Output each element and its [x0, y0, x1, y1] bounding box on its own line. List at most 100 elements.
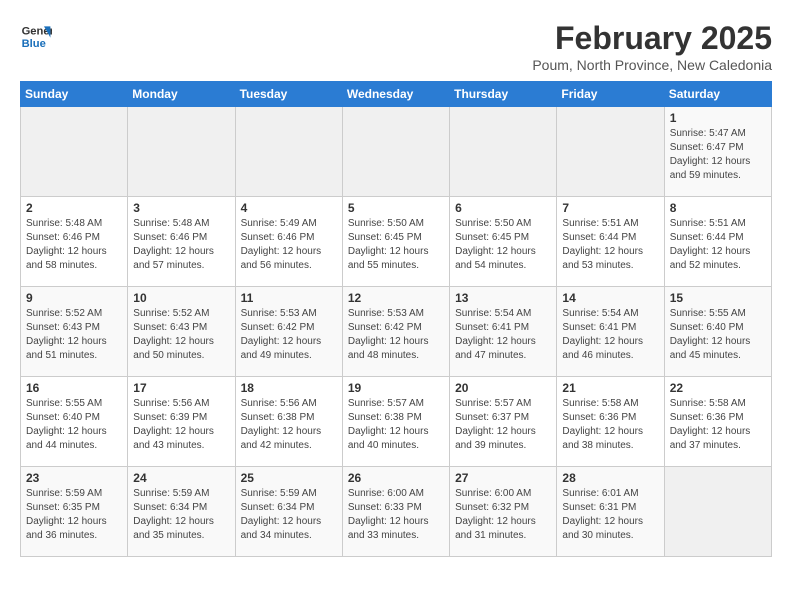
day-detail: Sunrise: 5:54 AM Sunset: 6:41 PM Dayligh…	[455, 307, 551, 363]
day-detail: Sunrise: 5:56 AM Sunset: 6:39 PM Dayligh…	[133, 397, 229, 453]
calendar-cell	[450, 107, 557, 197]
day-detail: Sunrise: 5:49 AM Sunset: 6:46 PM Dayligh…	[241, 217, 337, 273]
day-number: 10	[133, 291, 229, 305]
calendar-cell: 10Sunrise: 5:52 AM Sunset: 6:43 PM Dayli…	[128, 287, 235, 377]
day-detail: Sunrise: 5:50 AM Sunset: 6:45 PM Dayligh…	[348, 217, 444, 273]
calendar-cell: 26 Sunrise: 6:00 AM Sunset: 6:33 PM Dayli…	[342, 467, 449, 557]
calendar-cell: 27 Sunrise: 6:00 AM Sunset: 6:32 PM Dayli…	[450, 467, 557, 557]
calendar-week-2: 2 Sunrise: 5:48 AM Sunset: 6:46 PM Daylig…	[21, 197, 772, 287]
calendar-cell: 19 Sunrise: 5:57 AM Sunset: 6:38 PM Dayli…	[342, 377, 449, 467]
day-number: 1	[670, 111, 766, 125]
calendar-cell: 4 Sunrise: 5:49 AM Sunset: 6:46 PM Daylig…	[235, 197, 342, 287]
calendar-cell: 23 Sunrise: 5:59 AM Sunset: 6:35 PM Dayli…	[21, 467, 128, 557]
col-header-thursday: Thursday	[450, 82, 557, 107]
day-detail: Sunrise: 5:53 AM Sunset: 6:42 PM Dayligh…	[348, 307, 444, 363]
day-number: 24	[133, 471, 229, 485]
day-number: 20	[455, 381, 551, 395]
day-detail: Sunrise: 5:58 AM Sunset: 6:36 PM Dayligh…	[670, 397, 766, 453]
day-detail: Sunrise: 5:59 AM Sunset: 6:34 PM Dayligh…	[133, 487, 229, 543]
location-subtitle: Poum, North Province, New Caledonia	[532, 57, 772, 73]
day-detail: Sunrise: 5:57 AM Sunset: 6:37 PM Dayligh…	[455, 397, 551, 453]
calendar-cell: 20 Sunrise: 5:57 AM Sunset: 6:37 PM Dayli…	[450, 377, 557, 467]
day-number: 23	[26, 471, 122, 485]
day-number: 28	[562, 471, 658, 485]
day-number: 13	[455, 291, 551, 305]
calendar-cell: 2 Sunrise: 5:48 AM Sunset: 6:46 PM Daylig…	[21, 197, 128, 287]
day-detail: Sunrise: 5:57 AM Sunset: 6:38 PM Dayligh…	[348, 397, 444, 453]
calendar-cell	[235, 107, 342, 197]
title-block: February 2025 Poum, North Province, New …	[532, 20, 772, 73]
col-header-wednesday: Wednesday	[342, 82, 449, 107]
day-number: 5	[348, 201, 444, 215]
day-number: 4	[241, 201, 337, 215]
col-header-monday: Monday	[128, 82, 235, 107]
calendar-cell: 9Sunrise: 5:52 AM Sunset: 6:43 PM Daylig…	[21, 287, 128, 377]
day-number: 19	[348, 381, 444, 395]
calendar-cell: 1Sunrise: 5:47 AM Sunset: 6:47 PM Daylig…	[664, 107, 771, 197]
day-number: 11	[241, 291, 337, 305]
day-number: 14	[562, 291, 658, 305]
calendar-cell: 8 Sunrise: 5:51 AM Sunset: 6:44 PM Daylig…	[664, 197, 771, 287]
calendar-header-row: SundayMondayTuesdayWednesdayThursdayFrid…	[21, 82, 772, 107]
day-detail: Sunrise: 6:01 AM Sunset: 6:31 PM Dayligh…	[562, 487, 658, 543]
day-detail: Sunrise: 5:59 AM Sunset: 6:34 PM Dayligh…	[241, 487, 337, 543]
calendar-week-3: 9Sunrise: 5:52 AM Sunset: 6:43 PM Daylig…	[21, 287, 772, 377]
day-number: 25	[241, 471, 337, 485]
calendar-cell: 15 Sunrise: 5:55 AM Sunset: 6:40 PM Dayli…	[664, 287, 771, 377]
calendar-cell: 25 Sunrise: 5:59 AM Sunset: 6:34 PM Dayli…	[235, 467, 342, 557]
calendar-week-1: 1Sunrise: 5:47 AM Sunset: 6:47 PM Daylig…	[21, 107, 772, 197]
calendar-week-4: 16 Sunrise: 5:55 AM Sunset: 6:40 PM Dayli…	[21, 377, 772, 467]
calendar-cell: 28 Sunrise: 6:01 AM Sunset: 6:31 PM Dayli…	[557, 467, 664, 557]
day-detail: Sunrise: 5:55 AM Sunset: 6:40 PM Dayligh…	[26, 397, 122, 453]
day-detail: Sunrise: 5:48 AM Sunset: 6:46 PM Dayligh…	[26, 217, 122, 273]
logo: General Blue	[20, 20, 56, 52]
day-detail: Sunrise: 5:48 AM Sunset: 6:46 PM Dayligh…	[133, 217, 229, 273]
day-number: 26	[348, 471, 444, 485]
calendar-cell: 21Sunrise: 5:58 AM Sunset: 6:36 PM Dayli…	[557, 377, 664, 467]
calendar-cell: 16 Sunrise: 5:55 AM Sunset: 6:40 PM Dayli…	[21, 377, 128, 467]
day-number: 7	[562, 201, 658, 215]
col-header-saturday: Saturday	[664, 82, 771, 107]
day-number: 18	[241, 381, 337, 395]
calendar-cell: 14 Sunrise: 5:54 AM Sunset: 6:41 PM Dayli…	[557, 287, 664, 377]
calendar-cell: 18Sunrise: 5:56 AM Sunset: 6:38 PM Dayli…	[235, 377, 342, 467]
svg-text:Blue: Blue	[22, 38, 46, 50]
calendar-cell: 22 Sunrise: 5:58 AM Sunset: 6:36 PM Dayli…	[664, 377, 771, 467]
col-header-tuesday: Tuesday	[235, 82, 342, 107]
calendar-cell	[21, 107, 128, 197]
calendar-table: SundayMondayTuesdayWednesdayThursdayFrid…	[20, 81, 772, 557]
day-detail: Sunrise: 6:00 AM Sunset: 6:32 PM Dayligh…	[455, 487, 551, 543]
day-number: 2	[26, 201, 122, 215]
day-number: 8	[670, 201, 766, 215]
day-number: 12	[348, 291, 444, 305]
calendar-cell: 7Sunrise: 5:51 AM Sunset: 6:44 PM Daylig…	[557, 197, 664, 287]
day-number: 3	[133, 201, 229, 215]
day-number: 27	[455, 471, 551, 485]
day-detail: Sunrise: 6:00 AM Sunset: 6:33 PM Dayligh…	[348, 487, 444, 543]
month-title: February 2025	[532, 20, 772, 57]
logo-icon: General Blue	[20, 20, 52, 52]
day-number: 16	[26, 381, 122, 395]
calendar-cell: 5 Sunrise: 5:50 AM Sunset: 6:45 PM Daylig…	[342, 197, 449, 287]
day-detail: Sunrise: 5:59 AM Sunset: 6:35 PM Dayligh…	[26, 487, 122, 543]
day-number: 15	[670, 291, 766, 305]
day-detail: Sunrise: 5:55 AM Sunset: 6:40 PM Dayligh…	[670, 307, 766, 363]
day-number: 17	[133, 381, 229, 395]
calendar-cell	[342, 107, 449, 197]
calendar-cell	[664, 467, 771, 557]
day-detail: Sunrise: 5:51 AM Sunset: 6:44 PM Dayligh…	[670, 217, 766, 273]
day-number: 9	[26, 291, 122, 305]
day-detail: Sunrise: 5:53 AM Sunset: 6:42 PM Dayligh…	[241, 307, 337, 363]
col-header-friday: Friday	[557, 82, 664, 107]
calendar-cell	[557, 107, 664, 197]
day-number: 21	[562, 381, 658, 395]
day-number: 22	[670, 381, 766, 395]
day-detail: Sunrise: 5:54 AM Sunset: 6:41 PM Dayligh…	[562, 307, 658, 363]
calendar-cell: 6 Sunrise: 5:50 AM Sunset: 6:45 PM Daylig…	[450, 197, 557, 287]
col-header-sunday: Sunday	[21, 82, 128, 107]
calendar-cell: 24 Sunrise: 5:59 AM Sunset: 6:34 PM Dayli…	[128, 467, 235, 557]
calendar-cell	[128, 107, 235, 197]
day-number: 6	[455, 201, 551, 215]
calendar-cell: 12 Sunrise: 5:53 AM Sunset: 6:42 PM Dayli…	[342, 287, 449, 377]
day-detail: Sunrise: 5:50 AM Sunset: 6:45 PM Dayligh…	[455, 217, 551, 273]
